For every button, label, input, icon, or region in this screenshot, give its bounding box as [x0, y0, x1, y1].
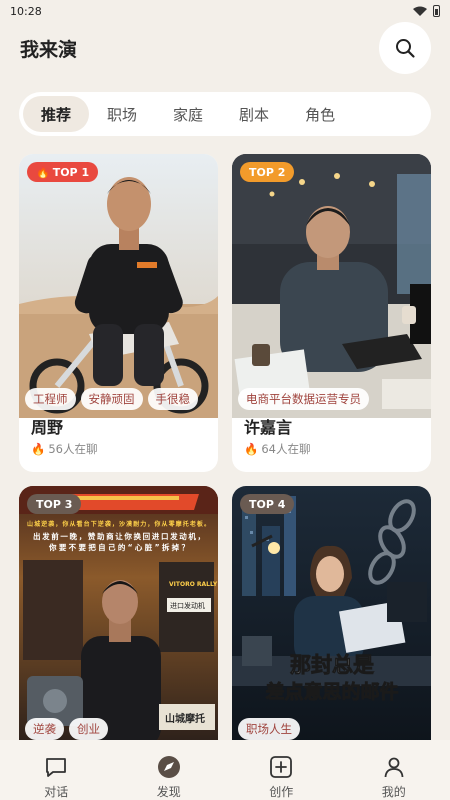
search-icon	[396, 39, 415, 58]
svg-text:差点意思的邮件: 差点意思的邮件	[265, 680, 398, 703]
character-name: 周野	[31, 418, 64, 437]
character-name: 许嘉言	[244, 418, 293, 437]
rank-badge: TOP 4	[240, 494, 295, 514]
wifi-icon	[413, 6, 427, 16]
tag-list: 工程师 安静顽固 手很稳	[25, 388, 198, 410]
nav-discover[interactable]: 发现	[129, 755, 209, 800]
story-poster: 山城逆袭，你从看台下逆袭，沙漠耐力，你从零摩托老板。 出发前一晚，赞助商让你换回…	[19, 486, 218, 748]
character-photo: TOP 2	[232, 154, 431, 418]
chat-bubble-icon	[46, 758, 67, 777]
chat-count: 🔥 56人在聊	[31, 442, 98, 456]
svg-text:山城逆袭，你从看台下逆袭，沙漠耐力，你从零摩托老板。: 山城逆袭，你从看台下逆袭，沙漠耐力，你从零摩托老板。	[27, 520, 210, 528]
chat-count: 🔥 64人在聊	[244, 442, 311, 456]
status-bar: 10:28	[0, 0, 450, 22]
character-card-xujiayan[interactable]: TOP 2 电商平台数据运营专员 许嘉言 🔥 64人在聊	[232, 154, 431, 472]
compass-icon	[157, 756, 180, 778]
status-icons	[413, 5, 440, 17]
tag-list: 电商平台数据运营专员	[238, 388, 369, 410]
tag: 逆袭	[25, 718, 64, 740]
card-info: 周野 🔥 56人在聊	[31, 416, 206, 464]
rank-badge: TOP 3	[27, 494, 82, 514]
svg-text:那封总是: 那封总是	[290, 653, 374, 677]
tag: 职场人生	[238, 718, 300, 740]
header: 我来演	[0, 20, 450, 76]
fire-icon: 🔥	[31, 442, 46, 456]
card-info: 许嘉言 🔥 64人在聊	[244, 416, 419, 464]
nav-chat[interactable]: 对话	[16, 755, 96, 800]
person-icon	[384, 757, 404, 778]
svg-text:山城摩托: 山城摩托	[165, 712, 205, 725]
tab-character[interactable]: 角色	[287, 96, 353, 132]
character-photo: 🔥 TOP 1	[19, 154, 218, 418]
story-card-shancheng[interactable]: 山城逆袭，你从看台下逆袭，沙漠耐力，你从零摩托老板。 出发前一晚，赞助商让你换回…	[19, 486, 218, 748]
tab-family[interactable]: 家庭	[155, 96, 221, 132]
battery-icon	[433, 5, 440, 17]
tag: 工程师	[25, 388, 76, 410]
rank-badge: 🔥 TOP 1	[27, 162, 99, 182]
tab-script[interactable]: 剧本	[221, 96, 287, 132]
nav-create[interactable]: 创作	[241, 755, 321, 800]
bottom-nav: 对话 发现 创作 我的	[0, 740, 450, 800]
rank-badge: TOP 2	[240, 162, 295, 182]
tab-recommend[interactable]: 推荐	[23, 96, 90, 132]
tag-list: 职场人生	[238, 718, 300, 740]
story-card-email[interactable]: 那封总是 差点意思的邮件 TOP 4 职场人生	[232, 486, 431, 748]
svg-text:进口发动机: 进口发动机	[170, 601, 205, 610]
svg-text:你要不要把自己的“心脏”拆掉？: 你要不要把自己的“心脏”拆掉？	[48, 542, 189, 552]
tag-list: 逆袭 创业	[25, 718, 108, 740]
nav-profile[interactable]: 我的	[354, 755, 434, 800]
tab-workplace[interactable]: 职场	[89, 96, 155, 132]
fire-icon: 🔥	[244, 442, 259, 456]
svg-text:VITORO RALLY: VITORO RALLY	[169, 581, 218, 588]
fire-icon: 🔥	[36, 165, 50, 179]
tag: 安静顽固	[80, 388, 143, 410]
plus-square-icon	[270, 756, 293, 778]
search-button[interactable]	[379, 22, 431, 74]
tag: 手很稳	[147, 388, 198, 410]
story-poster: 那封总是 差点意思的邮件 TOP 4	[232, 486, 431, 748]
tag: 创业	[69, 718, 108, 740]
character-card-zhouye[interactable]: 🔥 TOP 1 工程师 安静顽固 手很稳 周野 🔥 56人在聊	[19, 154, 218, 472]
tag: 电商平台数据运营专员	[238, 388, 369, 410]
page-title: 我来演	[20, 38, 78, 61]
character-grid: 🔥 TOP 1 工程师 安静顽固 手很稳 周野 🔥 56人在聊 TOP 2 电商…	[19, 154, 431, 748]
status-time: 10:28	[10, 4, 42, 18]
category-tabs: 推荐 职场 家庭 剧本 角色	[19, 92, 431, 136]
